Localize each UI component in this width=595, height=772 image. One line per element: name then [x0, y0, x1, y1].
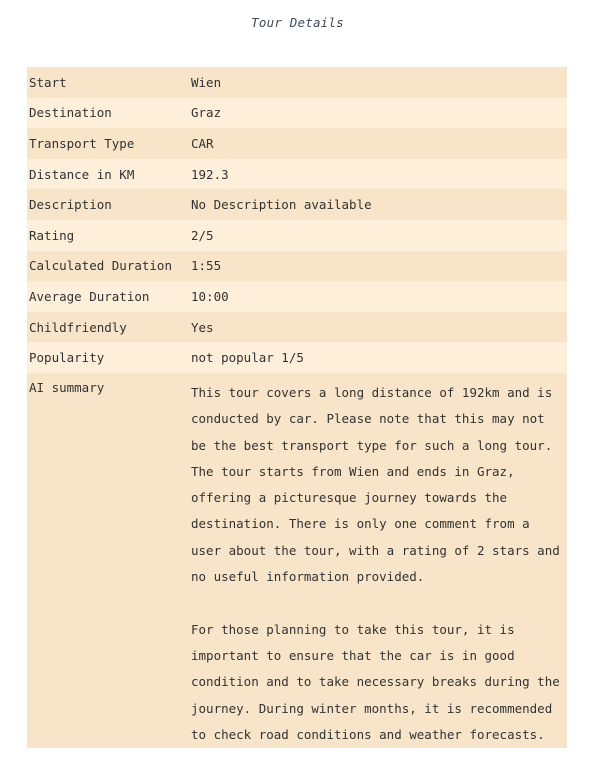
- detail-label: Description: [29, 197, 112, 213]
- detail-value: 192.3: [191, 166, 229, 182]
- detail-label: Destination: [29, 105, 112, 121]
- detail-value: 1:55: [191, 258, 222, 274]
- detail-label: Calculated Duration: [29, 258, 172, 274]
- detail-value: CAR: [191, 135, 214, 151]
- detail-row-average-duration: Average Duration 10:00: [27, 281, 567, 312]
- detail-row-rating: Rating 2/5: [27, 219, 567, 251]
- page-title: Tour Details: [251, 15, 344, 30]
- detail-row-ai-summary: AI summary This tour covers a long dista…: [27, 372, 567, 749]
- ai-summary-paragraph: This tour covers a long distance of 192k…: [191, 384, 560, 585]
- detail-label: AI summary: [29, 379, 105, 395]
- detail-row-calculated-duration: Calculated Duration 1:55: [27, 250, 567, 282]
- detail-row-popularity: Popularity not popular 1/5: [27, 342, 567, 373]
- detail-label: Distance in KM: [29, 166, 135, 182]
- detail-row-distance: Distance in KM 192.3: [27, 158, 567, 190]
- detail-value: Yes: [191, 319, 214, 335]
- detail-row-childfriendly: Childfriendly Yes: [27, 311, 567, 343]
- detail-value: 10:00: [191, 288, 229, 304]
- detail-value: 2/5: [191, 227, 214, 243]
- detail-label: Popularity: [29, 350, 105, 366]
- detail-value: No Description available: [191, 197, 372, 213]
- detail-label: Rating: [29, 227, 75, 243]
- detail-label: Transport Type: [29, 135, 135, 151]
- detail-value: Graz: [191, 105, 222, 121]
- detail-label: Childfriendly: [29, 319, 127, 335]
- detail-row-start: Start Wien: [27, 67, 567, 98]
- detail-label: Average Duration: [29, 288, 150, 304]
- tour-details-table: Start Wien Destination Graz Transport Ty…: [27, 67, 567, 749]
- detail-row-description: Description No Description available: [27, 189, 567, 220]
- detail-row-destination: Destination Graz: [27, 97, 567, 129]
- ai-summary-text: This tour covers a long distance of 192k…: [191, 373, 567, 748]
- detail-row-transport-type: Transport Type CAR: [27, 128, 567, 159]
- detail-value: Wien: [191, 74, 222, 90]
- detail-value: not popular 1/5: [191, 350, 304, 366]
- ai-summary-paragraph: For those planning to take this tour, it…: [191, 621, 560, 742]
- detail-label: Start: [29, 74, 67, 90]
